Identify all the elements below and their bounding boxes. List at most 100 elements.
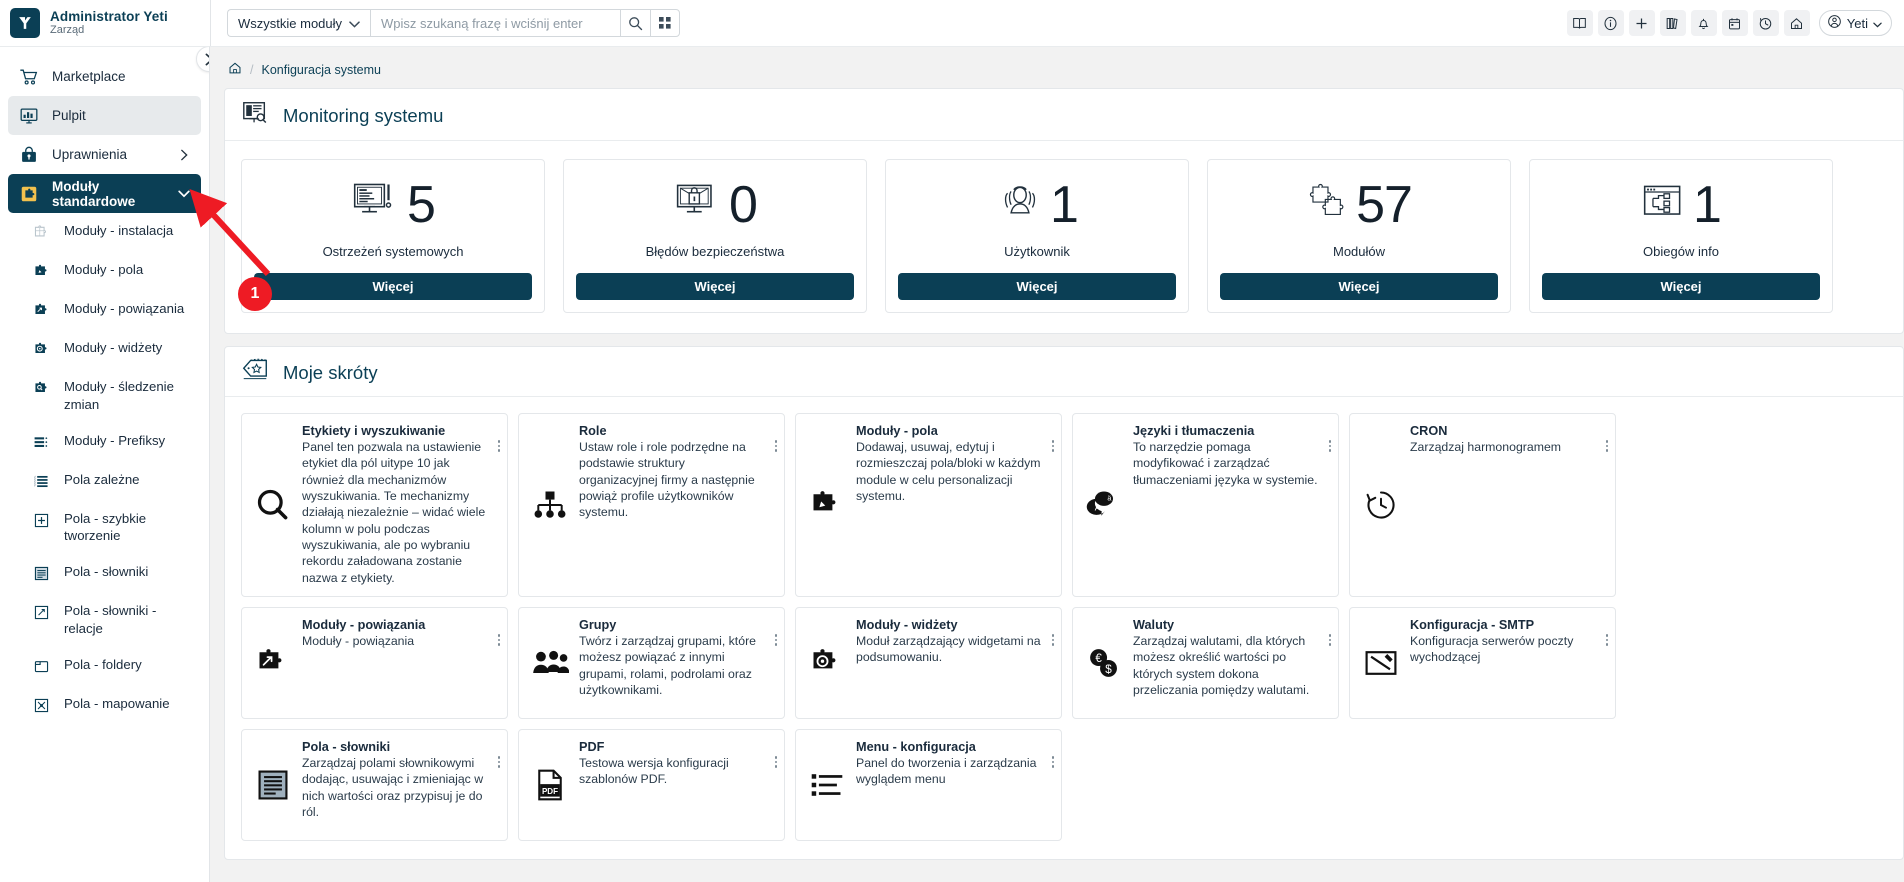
- shortcut-card-moduly-pola[interactable]: Moduły - pola Dodawaj, usuwaj, edytuj i …: [795, 413, 1062, 598]
- shortcut-card-etykiety-i-wyszukiwanie[interactable]: Etykiety i wyszukiwanie Panel ten pozwal…: [241, 413, 508, 598]
- lock-bag-icon: [18, 145, 40, 165]
- shortcut-card-title: Moduły - widżety: [856, 618, 958, 633]
- sidebar-subitem-label: Moduły - powiązania: [64, 301, 185, 316]
- shortcut-card-desc: Zarządzaj walutami, dla których możesz o…: [1133, 634, 1310, 698]
- stat-card-more-button[interactable]: Więcej: [254, 273, 532, 300]
- shortcut-card-role[interactable]: Role Ustaw role i role podrzędne na pods…: [518, 413, 785, 598]
- annotation-badge-1: 1: [238, 277, 272, 311]
- shortcut-card-desc: Moduł zarządzający widgetami na podsumow…: [856, 634, 1041, 665]
- vertical-dots-icon[interactable]: [497, 440, 500, 452]
- vertical-dots-icon[interactable]: [774, 440, 777, 452]
- sidebar-item-pola-slowniki[interactable]: Pola - słowniki: [8, 554, 201, 593]
- document-lines-icon: [252, 740, 294, 830]
- sidebar-item-pola-mapowanie[interactable]: Pola - mapowanie: [8, 686, 201, 725]
- vertical-dots-icon[interactable]: [1051, 756, 1054, 768]
- puzzle-arrows-icon: [252, 618, 294, 708]
- puzzle-yellow-icon: [18, 184, 40, 204]
- chevron-down-icon: [1873, 16, 1882, 31]
- workflow-window-icon: [1641, 180, 1687, 231]
- monitoring-panel-title: Monitoring systemu: [283, 104, 444, 126]
- vertical-dots-icon[interactable]: [1051, 634, 1054, 646]
- user-menu-chip[interactable]: Yeti: [1818, 10, 1892, 36]
- vertical-dots-icon[interactable]: [1605, 634, 1608, 646]
- search-input[interactable]: [370, 9, 621, 37]
- sidebar-item-pola-szybkie-tworzenie[interactable]: Pola - szybkie tworzenie: [8, 501, 201, 555]
- search-icon[interactable]: [620, 9, 651, 37]
- module-filter-dropdown[interactable]: Wszystkie moduły: [227, 9, 371, 37]
- shortcut-card-body: Moduły - pola Dodawaj, usuwaj, edytuj i …: [856, 424, 1053, 586]
- top-strip: Administrator Yeti Zarząd Wszystkie modu…: [0, 0, 1904, 46]
- shortcut-card-body: PDF Testowa wersja konfiguracji szablonó…: [579, 740, 776, 830]
- home-icon[interactable]: [1783, 10, 1810, 36]
- stat-card-label: Modułów: [1332, 244, 1386, 259]
- shortcut-card-grupy[interactable]: Grupy Twórz i zarządzaj grupami, które m…: [518, 607, 785, 720]
- stat-card-more-button[interactable]: Więcej: [576, 273, 854, 300]
- sidebar-item-pola-slowniki-relacje[interactable]: Pola - słowniki - relacje: [8, 593, 201, 647]
- vertical-dots-icon[interactable]: [774, 756, 777, 768]
- body-row: Marketplace Pulpit Uprawnienia Moduły st…: [0, 46, 1904, 882]
- shortcut-card-desc: Konfiguracja serwerów poczty wychodzącej: [1410, 634, 1574, 665]
- shortcut-card-jezyki-i-tlumaczenia[interactable]: ä A Języki i tłumaczenia To narzędzie po…: [1072, 413, 1339, 598]
- shortcut-card-moduly-widzety[interactable]: Moduły - widżety Moduł zarządzający widg…: [795, 607, 1062, 720]
- sidebar-subitem-label: Moduły - widżety: [64, 340, 163, 355]
- shortcut-card-menu-konfiguracja[interactable]: Menu - konfiguracja Panel do tworzenia i…: [795, 729, 1062, 842]
- shortcut-card-body: CRON Zarządzaj harmonogramem: [1410, 424, 1607, 586]
- shortcut-card-desc: Moduły - powiązania: [302, 634, 415, 649]
- vertical-dots-icon[interactable]: [1328, 634, 1331, 646]
- shortcut-grid: Etykiety i wyszukiwanie Panel ten pozwal…: [225, 397, 1903, 859]
- stat-card-label: Błędów bezpieczeństwa: [645, 244, 785, 259]
- shortcut-card-body: Konfiguracja - SMTP Konfiguracja serweró…: [1410, 618, 1607, 708]
- book-icon[interactable]: [1566, 10, 1593, 36]
- sidebar-item-pola-zalezne[interactable]: Pola zależne: [8, 462, 201, 501]
- shortcut-card-moduly-powiazania[interactable]: Moduły - powiązania Moduły - powiązania: [241, 607, 508, 720]
- vertical-dots-icon[interactable]: [497, 634, 500, 646]
- breadcrumb-item-konfiguracja-systemu[interactable]: Konfiguracja systemu: [261, 63, 381, 77]
- vertical-dots-icon[interactable]: [497, 756, 500, 768]
- bell-icon[interactable]: [1690, 10, 1717, 36]
- svg-text:€: €: [1095, 652, 1102, 665]
- puzzle-arrows-icon: [30, 300, 52, 320]
- sidebar-item-moduly-standardowe[interactable]: Moduły standardowe: [8, 174, 201, 213]
- sidebar-item-moduly-instalacja[interactable]: Moduły - instalacja: [8, 213, 201, 252]
- user-menu-label: Yeti: [1846, 15, 1868, 31]
- vertical-dots-icon[interactable]: [774, 634, 777, 646]
- vertical-dots-icon[interactable]: [1051, 440, 1054, 452]
- sidebar-item-moduly-powiazania[interactable]: Moduły - powiązania: [8, 291, 201, 330]
- shortcut-card-pdf[interactable]: PDF PDF Testowa wersja konfiguracji szab…: [518, 729, 785, 842]
- home-icon[interactable]: [228, 61, 242, 78]
- library-icon[interactable]: [1659, 10, 1686, 36]
- shortcut-card-konfiguracja-smtp[interactable]: Konfiguracja - SMTP Konfiguracja serweró…: [1349, 607, 1616, 720]
- sidebar-item-pulpit[interactable]: Pulpit: [8, 96, 201, 135]
- grid-icon[interactable]: [650, 9, 681, 37]
- sidebar-item-moduly-prefiksy[interactable]: Moduły - Prefiksy: [8, 423, 201, 462]
- shortcut-card-cron[interactable]: CRON Zarządzaj harmonogramem: [1349, 413, 1616, 598]
- stat-card-more-button[interactable]: Więcej: [1220, 273, 1498, 300]
- chevron-right-icon: [177, 149, 191, 161]
- info-circle-icon[interactable]: [1597, 10, 1624, 36]
- sidebar-item-moduly-widzety[interactable]: Moduły - widżety: [8, 330, 201, 369]
- stat-card-more-button[interactable]: Więcej: [1542, 273, 1820, 300]
- sidebar-subitem-label: Pola - słowniki - relacje: [64, 603, 157, 637]
- sidebar-item-uprawnienia[interactable]: Uprawnienia: [8, 135, 201, 174]
- shortcut-card-body: Role Ustaw role i role podrzędne na pods…: [579, 424, 776, 586]
- brand-box[interactable]: Administrator Yeti Zarząd: [0, 0, 210, 46]
- shortcut-card-pola-slowniki[interactable]: Pola - słowniki Zarządzaj polami słownik…: [241, 729, 508, 842]
- shortcut-card-waluty[interactable]: € $ Waluty Zarządzaj walutami, dla który…: [1072, 607, 1339, 720]
- sidebar-item-marketplace[interactable]: Marketplace: [8, 57, 201, 96]
- list-prefix-icon: [30, 432, 52, 452]
- stat-card-label: Ostrzeżeń systemowych: [322, 244, 464, 259]
- shortcut-card-body: Moduły - powiązania Moduły - powiązania: [302, 618, 499, 708]
- calendar-icon[interactable]: [1721, 10, 1748, 36]
- plus-icon[interactable]: [1628, 10, 1655, 36]
- chevron-down-icon: [177, 190, 191, 198]
- history-icon[interactable]: [1752, 10, 1779, 36]
- shortcut-card-title: Waluty: [1133, 618, 1175, 633]
- breadcrumb-separator: /: [250, 62, 254, 77]
- sidebar-item-moduly-sledzenie-zmian[interactable]: Moduły - śledzenie zmian: [8, 369, 201, 423]
- vertical-dots-icon[interactable]: [1605, 440, 1608, 452]
- sidebar-item-pola-foldery[interactable]: Pola - foldery: [8, 647, 201, 686]
- stat-card-value-row: 57: [1306, 174, 1413, 236]
- vertical-dots-icon[interactable]: [1328, 440, 1331, 452]
- stat-card-more-button[interactable]: Więcej: [898, 273, 1176, 300]
- sidebar-item-moduly-pola[interactable]: Moduły - pola: [8, 252, 201, 291]
